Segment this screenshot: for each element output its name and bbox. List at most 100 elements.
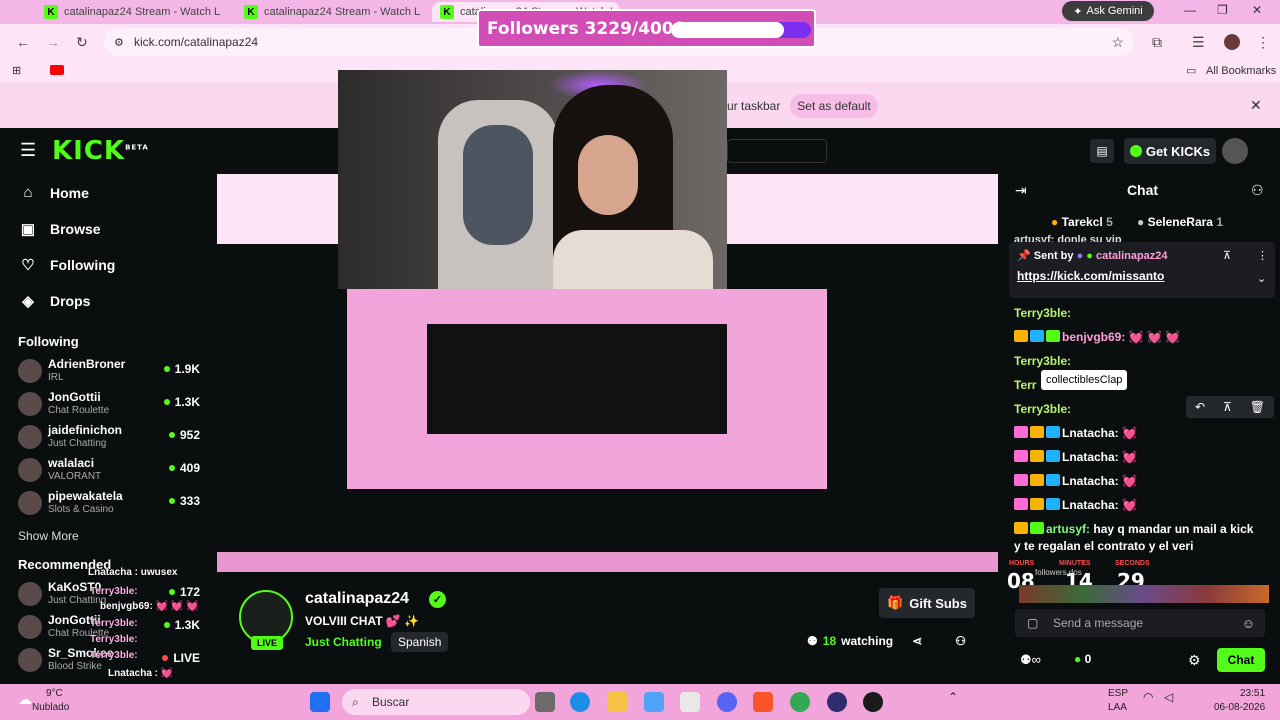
chat-input[interactable]: ▢ Send a message ☺ [1015,609,1265,637]
edge-icon[interactable] [570,692,590,712]
chat-message: Lnatacha: 💓 [1014,498,1137,512]
gear-icon[interactable]: ⚙ [1188,652,1201,669]
channel-name: walalaci [48,456,95,470]
chat-message: Terry3ble: [1014,306,1072,320]
channel-item-adrienbroner[interactable]: AdrienBroner IRL 1.9K [18,356,204,386]
streamer-name[interactable]: catalinapaz24 [305,590,409,608]
browse-icon: ▣ [20,221,36,238]
chat-panel: ⇥ Chat ⚇ ● Tarekcl 5 ● SeleneRara 1 artu… [1005,174,1280,684]
taskbar-search[interactable]: ⌕ Buscar [342,689,530,715]
taskbar-search-label: Buscar [372,695,410,709]
all-bookmarks-link[interactable]: All Bookmarks [1206,65,1276,77]
menu-icon[interactable]: ⋮ [1256,34,1270,51]
channel-emotes-icon[interactable]: ⚉∞ [1020,652,1041,668]
sidebar-icon[interactable]: ☰ [1192,34,1205,51]
reply-icon[interactable]: ↶ [1195,400,1205,414]
discord-icon[interactable] [717,692,737,712]
streamer-avatar[interactable]: LIVE [239,590,293,650]
site-info-icon[interactable]: ⚙ [114,36,124,49]
show-more-following[interactable]: Show More [18,529,79,543]
emote-strip [1019,585,1269,603]
channel-item-jongottii[interactable]: JonGottii Chat Roulette 1.3K [18,389,204,419]
countdown-overlay: HOURS MINUTES SECONDS 08 14 29 followers… [1005,557,1280,605]
youtube-icon[interactable] [50,65,64,75]
forward-icon[interactable]: → [46,34,60,50]
maximize-icon[interactable]: ❐ [1217,3,1228,17]
search-input[interactable] [727,139,827,163]
follow-user-icon[interactable]: ⚇ [955,634,966,648]
volume-icon[interactable]: ◁ [1164,690,1173,704]
chrome-icon[interactable] [790,692,810,712]
star-icon[interactable]: ☆ [1111,34,1124,51]
back-icon[interactable]: ← [16,34,30,50]
ask-gemini-button[interactable]: ✦ Ask Gemini [1062,1,1154,21]
clock-time[interactable]: 23:51 [1240,688,1265,699]
hours-label: HOURS [1009,560,1035,567]
chat-title: Chat [1126,182,1159,198]
overlay-chat-line: Terry3ble: [90,634,138,645]
user-avatar[interactable] [1222,138,1248,164]
avatar [18,648,42,672]
sidebar-item-drops[interactable]: ◈ Drops [20,292,90,310]
logo-beta: BETA [125,143,149,152]
profile-avatar[interactable] [1224,34,1240,50]
app-icon[interactable] [863,692,883,712]
pin-icon[interactable]: ⊼ [1223,400,1232,414]
obs-icon[interactable] [827,692,847,712]
kick-logo[interactable]: KICKBETA [52,136,149,166]
language-indicator[interactable]: ESP [1108,688,1128,699]
delete-icon[interactable]: 🗑 [1250,400,1265,414]
get-kicks-button[interactable]: Get KICKs [1124,138,1216,164]
overlay-chat-line: Lnatacha : uwusex [88,567,178,578]
channel-item-pipewakatela[interactable]: pipewakatela Slots & Casino 333 [18,488,204,518]
stream-language-tag[interactable]: Spanish [391,632,449,652]
get-kicks-label: Get KICKs [1145,143,1211,159]
countdown-sub-label: followers dos [1035,568,1082,577]
avatar [18,582,42,606]
clock-date[interactable]: 06-08-2026 [1214,702,1265,713]
wifi-icon[interactable]: ◠ [1143,690,1153,704]
close-icon[interactable]: ✕ [1250,97,1262,114]
hamburger-menu-icon[interactable]: ☰ [20,140,36,161]
share-icon[interactable]: ⋖ [912,634,922,648]
sidebar-item-browse[interactable]: ▣ Browse [20,220,101,238]
pinned-link[interactable]: https://kick.com/missanto [1017,269,1164,283]
channel-item-jaidefinichon[interactable]: jaidefinichon Just Chatting 952 [18,422,204,452]
followers-progress-fill [671,22,784,38]
gift-subs-button[interactable]: 🎁 Gift Subs [879,588,975,618]
copilot-icon[interactable] [644,692,664,712]
sidebar-item-home[interactable]: ⌂ Home [20,184,88,201]
channel-item-walalaci[interactable]: walalaci VALORANT 409 [18,455,204,485]
emoji-icon[interactable]: ☺ [1242,616,1255,631]
set-default-button[interactable]: Set as default [790,94,878,118]
chevron-up-icon[interactable]: ⌃ [948,690,958,704]
unpin-icon[interactable]: ⊼ [1223,249,1231,262]
extensions-icon[interactable]: ⧉ [1152,34,1162,51]
browser-tab-2[interactable]: K catalinapaz24 Stream - Watch L ✕ [236,2,424,22]
sidebar-item-following[interactable]: ♡ Following [20,256,115,274]
reload-icon[interactable]: ↻ [76,34,88,51]
store-icon[interactable] [680,692,700,712]
apps-icon[interactable]: ⊞ [12,64,21,77]
browser-tab-1[interactable]: K catalinapaz24 Stream - Watch L ✕ [36,2,224,22]
file-explorer-icon[interactable] [607,692,627,712]
gift-badge-icon: ● [1137,215,1145,229]
chat-message: benjvgb69: 💓 💓 💓 [1014,330,1180,344]
watching-count: ⚉ 18 watching ⋖ ⚇ [807,634,966,648]
minimize-icon[interactable]: — [1184,3,1196,17]
task-view-icon[interactable] [535,692,555,712]
channel-category: Blood Strike [48,661,102,672]
wallet-icon[interactable]: ▤ [1090,139,1114,163]
channel-category: IRL [48,372,64,383]
more-icon[interactable]: ⋮ [1257,249,1268,262]
chat-users-icon[interactable]: ⚇ [1251,182,1264,199]
send-chat-button[interactable]: Chat [1217,648,1265,672]
ask-gemini-label: Ask Gemini [1086,5,1143,17]
followers-progress-bar [671,22,811,38]
stream-category[interactable]: Just Chatting [305,635,382,649]
brave-icon[interactable] [753,692,773,712]
chevron-down-icon[interactable]: ⌄ [1257,272,1266,285]
close-window-icon[interactable]: ✕ [1252,3,1262,17]
verified-icon: ✓ [429,591,446,608]
windows-start-icon[interactable] [310,692,330,712]
